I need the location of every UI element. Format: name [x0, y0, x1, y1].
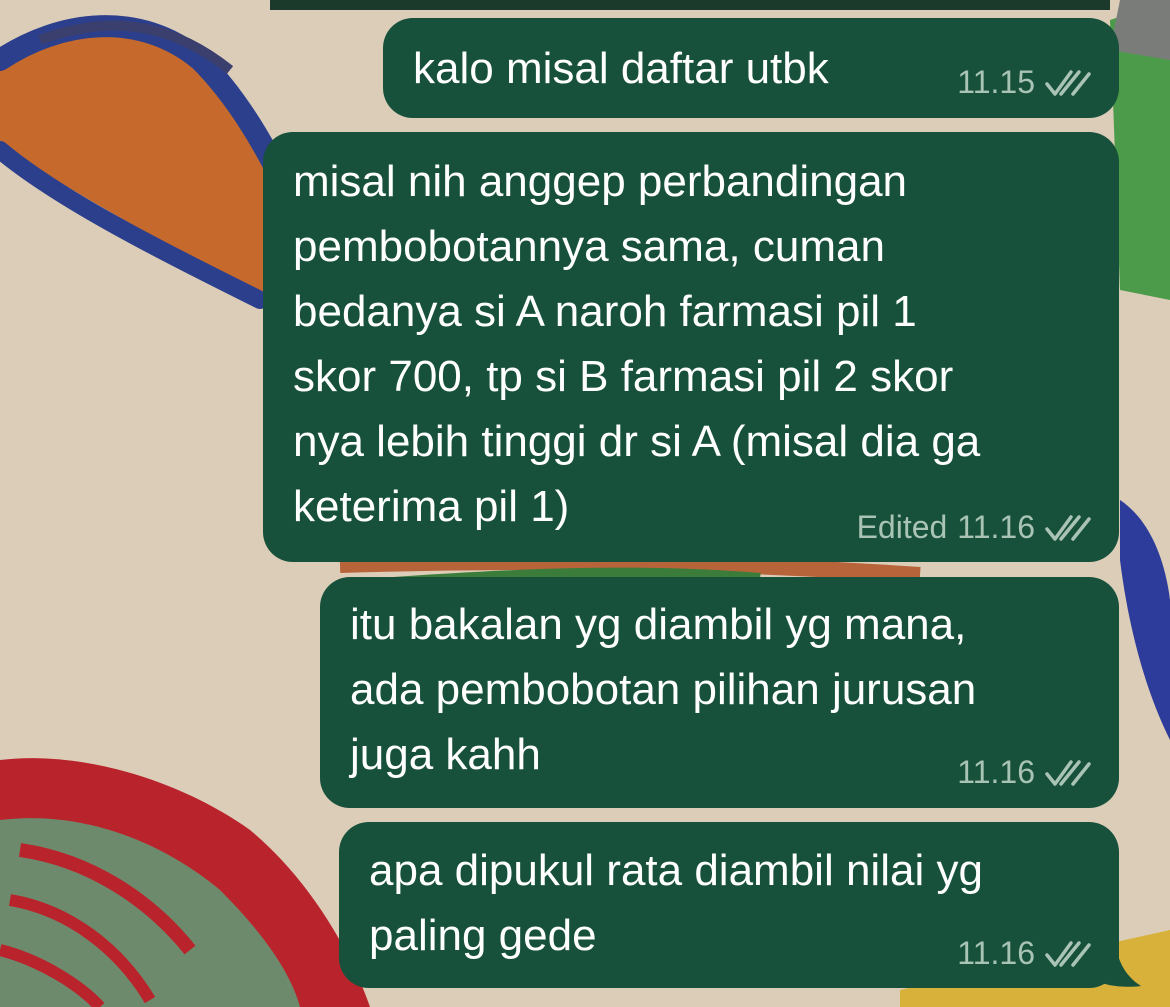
- double-check-icon: [1045, 940, 1091, 967]
- message-meta: 11.15: [957, 64, 1091, 101]
- double-check-icon: [1045, 69, 1091, 96]
- double-check-icon: [1045, 514, 1091, 541]
- edited-label: Edited: [856, 509, 948, 545]
- double-check-icon: [1045, 759, 1091, 786]
- message-meta: 11.16: [957, 754, 1091, 791]
- message-time: 11.16: [957, 935, 1035, 971]
- message-time: 11.16: [957, 754, 1035, 790]
- message-time: 11.15: [957, 64, 1035, 100]
- message-text: apa dipukul rata diambil nilai yg paling…: [369, 846, 983, 960]
- message-meta: 11.16: [957, 935, 1091, 972]
- message-bubble[interactable]: apa dipukul rata diambil nilai yg paling…: [339, 822, 1119, 988]
- bubble-tail: [1095, 940, 1141, 987]
- chat-message-list[interactable]: kalo misal daftar utbk 11.15 misal nih a…: [0, 0, 1170, 1007]
- message-bubble[interactable]: kalo misal daftar utbk 11.15: [383, 18, 1119, 118]
- message-bubble[interactable]: misal nih anggep perbandingan pembobotan…: [263, 132, 1119, 562]
- message-text: misal nih anggep perbandingan pembobotan…: [293, 157, 981, 531]
- message-bubble[interactable]: itu bakalan yg diambil yg mana, ada pemb…: [320, 577, 1119, 808]
- message-meta: Edited 11.16: [857, 509, 1091, 546]
- message-time: 11.16: [957, 509, 1035, 545]
- message-text: kalo misal daftar utbk: [413, 44, 829, 93]
- message-text: itu bakalan yg diambil yg mana, ada pemb…: [350, 600, 977, 779]
